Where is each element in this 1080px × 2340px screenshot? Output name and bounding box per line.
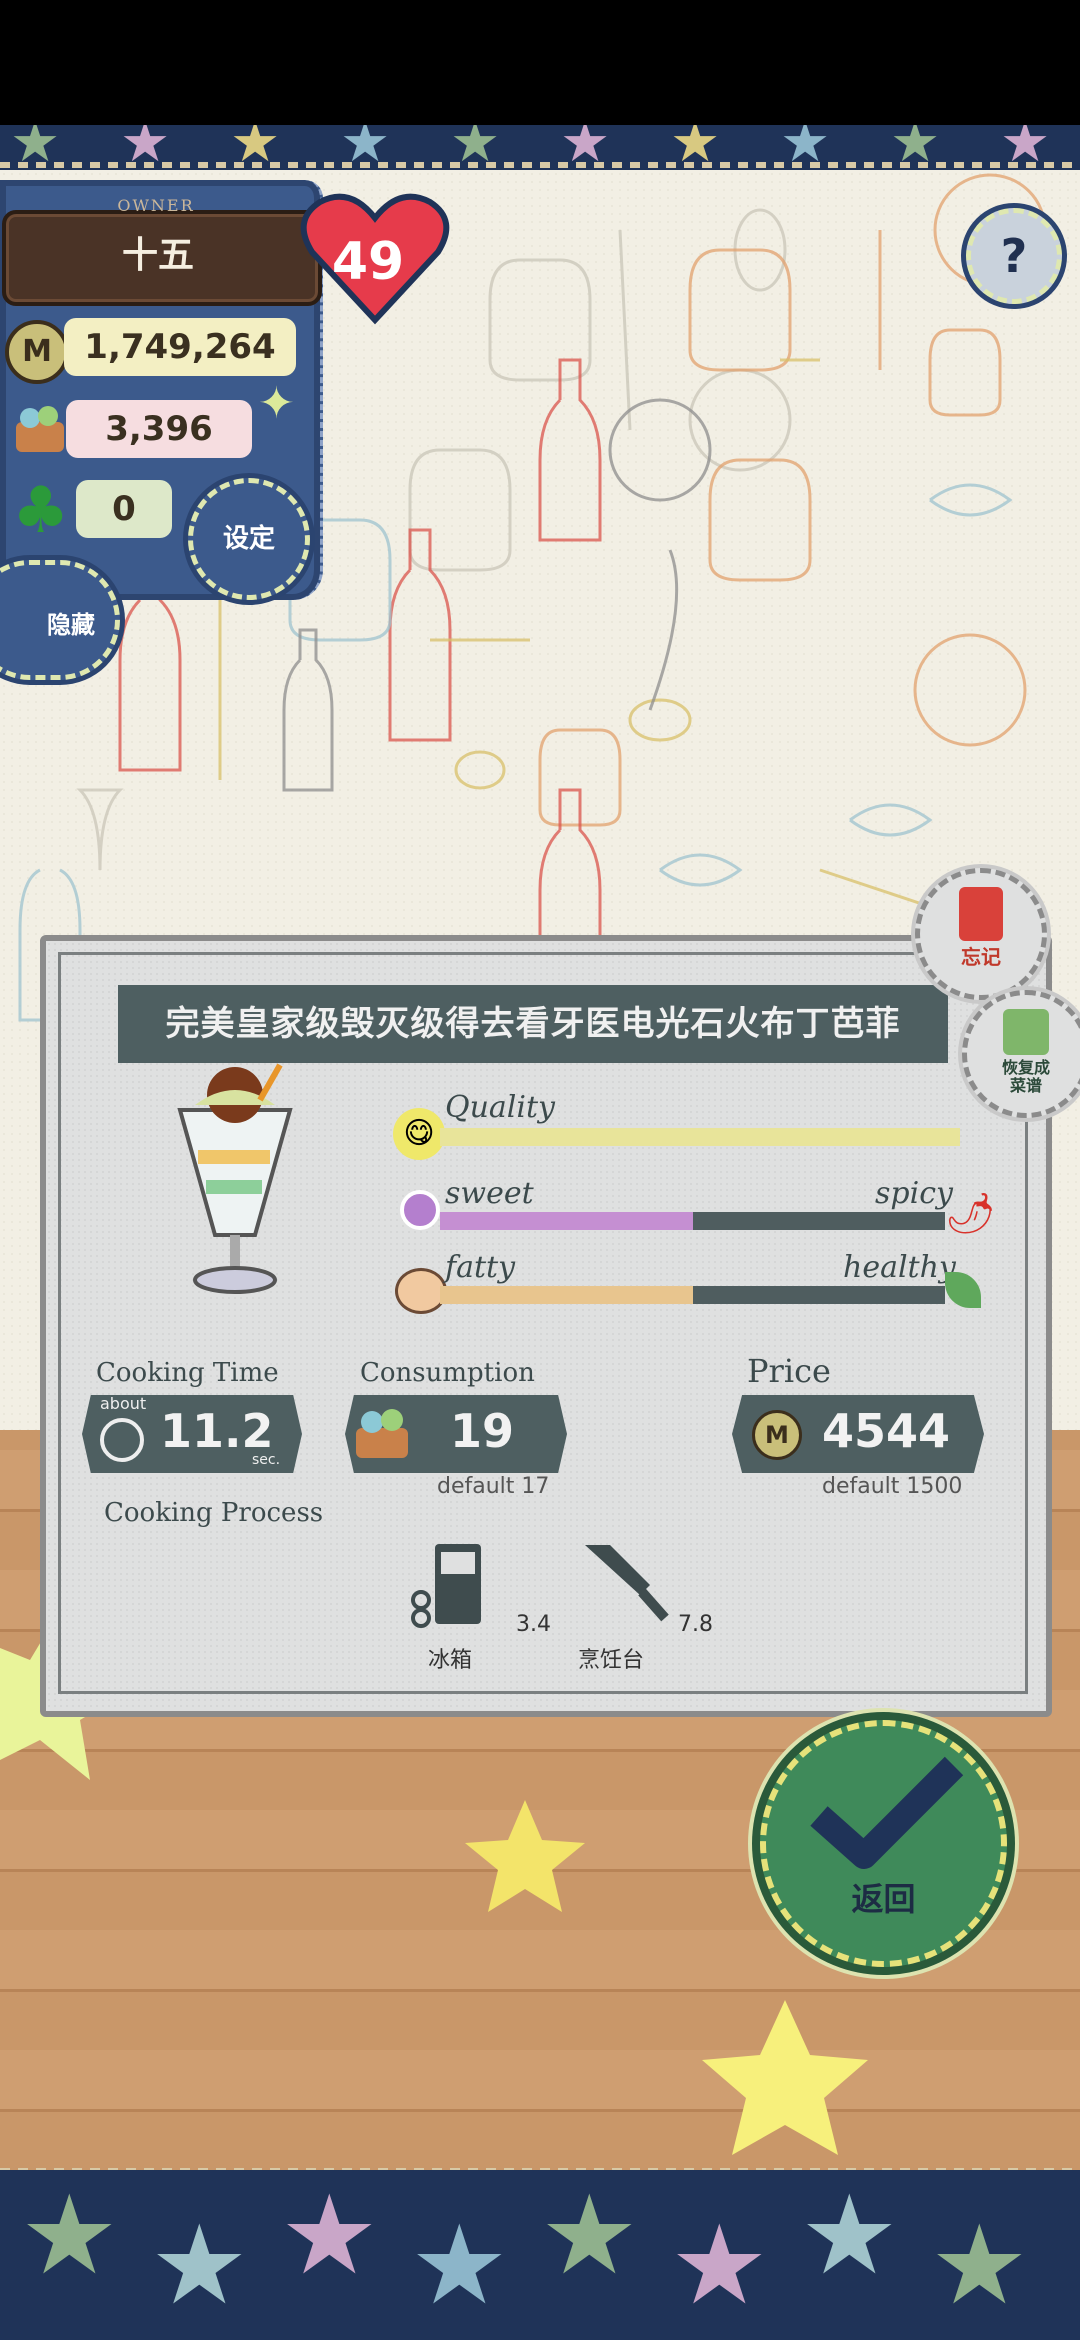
knife-icon bbox=[580, 1540, 670, 1630]
settings-label: 设定 bbox=[222, 524, 275, 554]
help-button[interactable]: ? bbox=[966, 208, 1062, 304]
cooking-process-label: Cooking Process bbox=[104, 1498, 324, 1528]
restore-label: 恢复成 菜谱 bbox=[1001, 1058, 1050, 1095]
sec-label: sec. bbox=[252, 1452, 281, 1468]
sweet-label: sweet bbox=[445, 1176, 534, 1211]
fatty-label: fatty bbox=[445, 1250, 516, 1285]
recipe-title: 完美皇家级毁灭级得去看牙医电光石火布丁芭菲 bbox=[165, 1004, 901, 1044]
bottom-star-border: ★ ★ ★ ★ ★ ★ ★ ★ bbox=[0, 2170, 1080, 2340]
forget-label: 忘记 bbox=[961, 945, 1001, 969]
price-coin-icon: M bbox=[752, 1410, 802, 1460]
process-time-2: 7.8 bbox=[678, 1612, 713, 1637]
restore-icon bbox=[1003, 1009, 1049, 1055]
consumption-default: default 17 bbox=[437, 1474, 550, 1499]
coins-value: 1,749,264 bbox=[64, 318, 296, 376]
hide-button[interactable]: 隐藏 bbox=[0, 560, 120, 680]
price-default: default 1500 bbox=[822, 1474, 963, 1499]
price-value: 4544 bbox=[822, 1404, 951, 1458]
about-label: about bbox=[100, 1394, 147, 1413]
consumption-label: Consumption bbox=[360, 1358, 535, 1388]
spicy-label: spicy bbox=[875, 1176, 953, 1211]
stopwatch-icon bbox=[100, 1418, 144, 1462]
top-stitch bbox=[0, 162, 1080, 168]
healthy-label: healthy bbox=[843, 1250, 956, 1285]
process-time-1: 3.4 bbox=[516, 1612, 551, 1637]
chili-icon: 🌶 bbox=[945, 1191, 996, 1237]
cooking-time-label: Cooking Time bbox=[96, 1358, 279, 1388]
owner-name: 十五 bbox=[121, 235, 194, 276]
price-label: Price bbox=[747, 1352, 831, 1390]
clovers-value: 0 bbox=[76, 480, 172, 538]
cooking-time-value: 11.2 bbox=[160, 1404, 274, 1458]
hide-label: 隐藏 bbox=[47, 611, 95, 639]
help-label: ? bbox=[1000, 229, 1028, 283]
settings-button[interactable]: 设定 bbox=[188, 478, 310, 600]
top-black-bar bbox=[0, 0, 1080, 125]
sweet-fill bbox=[440, 1212, 693, 1230]
trash-icon bbox=[959, 887, 1003, 941]
parfait-image bbox=[170, 1060, 300, 1300]
sparkle-icon: ✦ bbox=[258, 378, 295, 429]
fatty-fill bbox=[440, 1286, 693, 1304]
ingredient-basket-icon bbox=[10, 398, 70, 458]
process-name-1: 冰箱 bbox=[428, 1648, 473, 1673]
coin-icon: M bbox=[5, 320, 69, 384]
hearts-count: 49 bbox=[331, 232, 405, 292]
restore-recipe-button[interactable]: 恢复成 菜谱 bbox=[962, 990, 1080, 1118]
ingredients-value: 3,396 bbox=[66, 400, 252, 458]
process-name-2: 烹饪台 bbox=[578, 1648, 645, 1673]
forget-button[interactable]: 忘记 bbox=[915, 868, 1047, 1000]
back-button[interactable]: 返回 bbox=[760, 1720, 1007, 1967]
owner-label: OWNER bbox=[117, 196, 195, 215]
lollipop-icon bbox=[400, 1190, 440, 1230]
quality-label: Quality bbox=[445, 1090, 555, 1125]
quality-fill bbox=[440, 1128, 960, 1146]
checkmark-icon bbox=[809, 1756, 963, 1869]
fridge-icon bbox=[405, 1540, 495, 1630]
consumption-value: 19 bbox=[450, 1404, 515, 1458]
back-label: 返回 bbox=[851, 1880, 916, 1918]
quality-face-icon: 😋 bbox=[393, 1108, 445, 1160]
clover-icon: ♣ bbox=[12, 474, 70, 548]
consumption-basket-icon bbox=[350, 1400, 414, 1464]
